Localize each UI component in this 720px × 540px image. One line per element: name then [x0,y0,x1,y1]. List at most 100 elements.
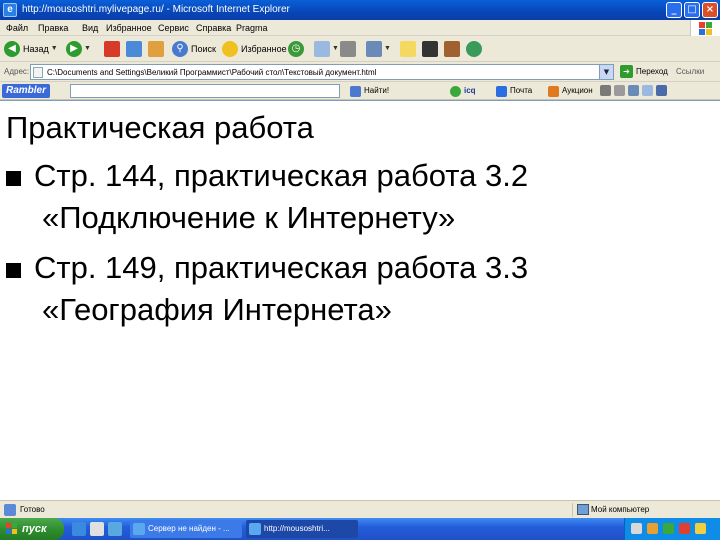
favorites-button[interactable]: Избранное [222,40,287,58]
stop-icon [104,41,120,57]
page-title: Практическая работа [6,110,314,145]
tool-icon [642,85,653,96]
window-title: http://mousoshtri.mylivepage.ru/ - Micro… [22,4,290,15]
close-button[interactable]: × [702,2,718,18]
search-icon: ⚲ [172,41,188,57]
edit-icon [366,41,382,57]
rambler-find-button[interactable]: Найти! [350,85,389,97]
page-done-icon [4,504,16,516]
menu-favorites[interactable]: Избранное [106,22,152,34]
mail-label: Почта [510,86,533,95]
print-button[interactable] [340,40,356,58]
alert-icon[interactable] [679,523,690,534]
language-icon[interactable] [631,523,642,534]
square-bullet-icon [6,263,21,278]
note-button[interactable] [400,40,416,58]
chevron-down-icon: ▼ [332,45,339,52]
show-desktop-icon[interactable] [90,522,104,536]
forward-arrow-icon: ▶ [66,41,82,57]
back-button[interactable]: ◀ Назад ▼ [4,40,58,58]
page-icon [33,67,43,78]
address-bar: Адрес: C:\Documents and Settings\Великий… [0,62,720,82]
rambler-search-input[interactable] [70,84,340,98]
ie-icon [133,523,145,535]
security-icon[interactable] [663,523,674,534]
list-item-line: Стр. 149, практическая работа 3.3 [34,250,529,285]
menu-bar: Файл Правка Вид Избранное Сервис Справка… [0,20,720,36]
research-button[interactable] [422,40,438,58]
refresh-icon [126,41,142,57]
address-url[interactable]: C:\Documents and Settings\Великий Програ… [47,66,376,79]
chevron-down-icon: ▼ [384,45,391,52]
menu-edit[interactable]: Правка [38,22,68,34]
tool-icon [614,85,625,96]
chevron-down-icon: ▼ [84,45,91,52]
start-label: пуск [22,523,47,535]
messenger-button[interactable] [466,40,482,58]
go-label: Переход [636,66,668,76]
security-zone: Мой компьютер [572,503,718,517]
home-icon [148,41,164,57]
tool-icon [656,85,667,96]
links-label[interactable]: Ссылки [676,66,704,78]
menu-file[interactable]: Файл [6,22,28,34]
stop-button[interactable] [104,40,120,58]
taskbar: пуск Сервер не найден - ... http://mouso… [0,518,720,540]
edit-button[interactable]: ▼ [366,40,391,58]
standard-toolbar: ◀ Назад ▼ ▶ ▼ ⚲ Поиск Избранное ◷ ▼ ▼ [0,36,720,62]
list-item-line: Стр. 144, практическая работа 3.2 [34,158,529,193]
tools-icon [444,41,460,57]
menu-tools[interactable]: Сервис [158,22,189,34]
ie-icon [249,523,261,535]
rambler-extra-buttons[interactable] [600,85,670,96]
auction-icon [548,85,559,97]
note-icon [400,41,416,57]
list-item: Стр. 144, практическая работа 3.2 «Подкл… [6,153,706,241]
windows-logo-icon [690,20,720,36]
address-label: Адрес: [4,67,30,76]
refresh-button[interactable] [126,40,142,58]
minimize-button[interactable]: _ [666,2,682,18]
title-bar[interactable]: e http://mousoshtri.mylivepage.ru/ - Mic… [0,0,720,20]
mail-icon [314,41,330,57]
taskbar-item[interactable]: Сервер не найден - ... [130,520,242,538]
menu-help[interactable]: Справка [196,22,231,34]
home-button[interactable] [148,40,164,58]
find-label: Найти! [364,86,390,95]
tools-button[interactable] [444,40,460,58]
rambler-mail-button[interactable]: Почта [496,85,532,97]
rambler-toolbar: Rambler Найти! icq Почта Аукцион [0,82,720,100]
maximize-button[interactable]: □ [684,2,700,18]
taskbar-item-label: Сервер не найден - ... [148,524,230,533]
media-player-icon[interactable] [108,522,122,536]
history-button[interactable]: ◷ [288,40,304,58]
rambler-logo[interactable]: Rambler [2,84,51,98]
menu-pragma[interactable]: Pragma [236,22,268,34]
taskbar-item-active[interactable]: http://mousoshtri... [246,520,358,538]
go-button[interactable]: ➔ Переход [620,65,668,78]
network-icon[interactable] [647,523,658,534]
zone-label: Мой компьютер [591,505,650,514]
volume-icon[interactable] [695,523,706,534]
back-arrow-icon: ◀ [4,41,20,57]
menu-view[interactable]: Вид [82,22,98,34]
taskbar-item-label: http://mousoshtri... [264,524,330,533]
forward-button[interactable]: ▶ ▼ [66,40,91,58]
auction-label: Аукцион [562,86,593,95]
square-bullet-icon [6,171,21,186]
ie-icon: e [3,3,17,17]
search-button[interactable]: ⚲ Поиск [172,40,216,58]
chevron-down-icon: ▼ [50,45,58,52]
mail-icon [496,85,507,97]
address-input[interactable]: C:\Documents and Settings\Великий Програ… [30,64,614,80]
rambler-auction-button[interactable]: Аукцион [548,85,593,97]
messenger-icon [466,41,482,57]
system-tray [624,518,720,540]
icq-flower-icon [450,85,461,97]
mail-button[interactable]: ▼ [314,40,339,58]
list-item: Стр. 149, практическая работа 3.3 «Геогр… [6,245,706,333]
start-button[interactable]: пуск [0,518,64,540]
ie-quicklaunch-icon[interactable] [72,522,86,536]
chevron-down-icon[interactable]: ▼ [599,65,613,79]
icq-button[interactable]: icq [450,85,476,97]
